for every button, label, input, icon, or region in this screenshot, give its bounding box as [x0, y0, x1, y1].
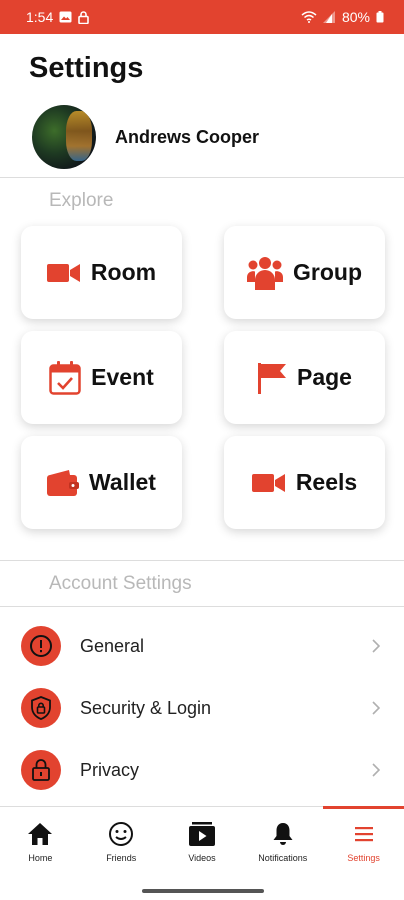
status-bar: 1:54 80%: [0, 0, 404, 34]
wallet-icon: [47, 469, 80, 496]
video-camera-icon: [46, 262, 81, 284]
settings-item-privacy[interactable]: Privacy: [0, 742, 404, 798]
tile-reels[interactable]: Reels: [224, 436, 385, 529]
flag-icon: [257, 362, 287, 394]
chevron-right-icon: [372, 763, 380, 777]
info-icon: [21, 626, 61, 666]
menu-icon: [354, 821, 374, 847]
chevron-right-icon: [372, 639, 380, 653]
status-left: 1:54: [26, 9, 90, 25]
nav-settings[interactable]: Settings: [323, 806, 404, 882]
nav-notifications[interactable]: Notifications: [242, 807, 323, 882]
chevron-right-icon: [372, 701, 380, 715]
explore-grid: Room Group Event Page Wallet Reels: [21, 226, 385, 529]
tile-page[interactable]: Page: [224, 331, 385, 424]
calendar-check-icon: [49, 360, 81, 395]
divider: [0, 606, 404, 607]
item-label: Security & Login: [80, 697, 212, 718]
bottom-nav: Home Friends Videos Notifications Settin…: [0, 806, 404, 882]
profile-row[interactable]: Andrews Cooper: [32, 105, 259, 169]
avatar[interactable]: [32, 105, 96, 169]
tile-label: Page: [297, 364, 352, 390]
tile-label: Group: [293, 259, 362, 285]
group-icon: [247, 256, 283, 290]
tile-room[interactable]: Room: [21, 226, 182, 319]
home-indicator[interactable]: [142, 889, 264, 893]
gallery-icon: [59, 11, 72, 23]
settings-item-security[interactable]: Security & Login: [0, 680, 404, 736]
tile-event[interactable]: Event: [21, 331, 182, 424]
battery-percent: 80%: [341, 9, 370, 25]
tile-label: Room: [90, 259, 157, 285]
home-icon: [27, 821, 53, 847]
nav-home[interactable]: Home: [0, 807, 81, 882]
video-camera-icon: [251, 472, 286, 494]
nav-label: Notifications: [258, 853, 308, 863]
smile-icon: [108, 821, 134, 847]
play-icon: [188, 821, 215, 847]
divider: [0, 177, 404, 178]
explore-label: Explore: [49, 190, 114, 211]
status-right: 80%: [301, 9, 384, 25]
item-label: General: [80, 635, 145, 656]
nav-label: Videos: [188, 853, 216, 863]
tile-wallet[interactable]: Wallet: [21, 436, 182, 529]
nav-friends[interactable]: Friends: [81, 807, 162, 882]
profile-name[interactable]: Andrews Cooper: [115, 127, 259, 148]
wifi-icon: [301, 11, 317, 23]
tile-label: Reels: [295, 469, 358, 495]
nav-videos[interactable]: Videos: [162, 807, 243, 882]
account-settings-label: Account Settings: [49, 573, 192, 594]
bell-icon: [272, 821, 294, 847]
tile-group[interactable]: Group: [224, 226, 385, 319]
divider: [0, 560, 404, 561]
status-time: 1:54: [26, 9, 54, 25]
lock-status-icon: [78, 10, 90, 24]
nav-label: Home: [28, 853, 53, 863]
shield-icon: [21, 688, 61, 728]
nav-label: Friends: [106, 853, 137, 863]
tile-label: Event: [91, 364, 154, 390]
lock-icon: [21, 750, 61, 790]
page-title: Settings: [29, 52, 144, 84]
battery-icon: [376, 11, 384, 23]
signal-icon: [322, 11, 336, 23]
item-label: Privacy: [80, 759, 140, 780]
settings-item-general[interactable]: General: [0, 618, 404, 674]
nav-label: Settings: [347, 853, 380, 863]
tile-label: Wallet: [89, 469, 156, 495]
